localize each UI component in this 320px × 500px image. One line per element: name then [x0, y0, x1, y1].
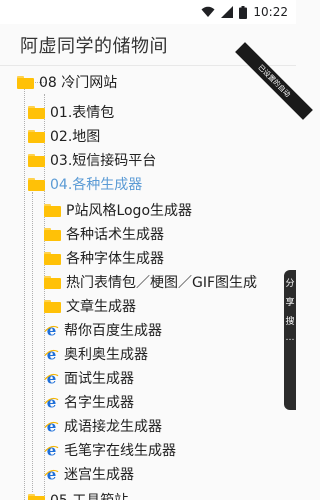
side-panel-glyph: 享: [285, 298, 295, 308]
svg-text:e: e: [47, 371, 57, 386]
tree-node-folder[interactable]: 02.地图: [28, 124, 100, 148]
folder-icon: [17, 75, 34, 89]
tree-node-root[interactable]: 08 冷门网站: [17, 70, 117, 94]
tree-guide-line: [24, 80, 25, 500]
ie-icon: e: [44, 347, 59, 362]
folder-icon: [44, 275, 61, 289]
folder-icon: [28, 177, 45, 191]
tree-node-link[interactable]: e 面试生成器: [44, 366, 134, 390]
bookmark-tree: 08 冷门网站 01.表情包 02.地图 03.短信接码平台 04.各种生成器 …: [0, 66, 296, 500]
tree-node-folder[interactable]: P站风格Logo生成器: [44, 198, 192, 222]
ie-icon: e: [44, 467, 59, 482]
ie-icon: e: [44, 419, 59, 434]
signal-icon: [221, 6, 234, 18]
svg-text:e: e: [47, 419, 57, 434]
wifi-icon: [201, 6, 215, 17]
tree-node-link[interactable]: e 成语接龙生成器: [44, 414, 162, 438]
tree-node-folder[interactable]: 各种字体生成器: [44, 246, 164, 270]
tree-node-folder[interactable]: 03.短信接码平台: [28, 148, 156, 172]
folder-icon: [28, 493, 45, 500]
tree-node-folder[interactable]: 热门表情包／梗图／GIF图生成: [44, 270, 257, 294]
side-panel-glyph: …: [285, 333, 295, 343]
tree-node-folder[interactable]: 各种话术生成器: [44, 222, 164, 246]
tree-node-link[interactable]: e 迷宫生成器: [44, 462, 134, 486]
ie-icon: e: [44, 371, 59, 386]
tree-node-folder[interactable]: 05.工具箱站: [28, 488, 128, 500]
svg-text:e: e: [47, 443, 57, 458]
tree-node-link[interactable]: e 毛笔字在线生成器: [44, 438, 176, 462]
floating-side-panel[interactable]: 分 享 搜 …: [284, 270, 296, 410]
tree-node-folder-selected[interactable]: 04.各种生成器: [28, 172, 142, 196]
ie-icon: e: [44, 395, 59, 410]
tree-node-link[interactable]: e 名字生成器: [44, 390, 134, 414]
tree-node-link[interactable]: e 奥利奥生成器: [44, 342, 148, 366]
tree-node-folder[interactable]: 文章生成器: [44, 294, 136, 318]
ie-icon: e: [44, 323, 59, 338]
folder-icon: [44, 203, 61, 217]
folder-icon: [44, 299, 61, 313]
tree-guide-line: [32, 192, 33, 492]
side-panel-glyph: 搜: [285, 317, 295, 327]
side-panel-glyph: 分: [285, 279, 295, 289]
tree-node-link[interactable]: e 帮你百度生成器: [44, 318, 162, 342]
page-title: 阿虚同学的储物间: [20, 35, 168, 57]
folder-icon: [28, 105, 45, 119]
clock: 10:22: [253, 5, 288, 19]
svg-text:e: e: [47, 467, 57, 482]
svg-text:e: e: [47, 347, 57, 362]
folder-icon: [44, 251, 61, 265]
battery-icon: [239, 5, 248, 19]
folder-icon: [28, 129, 45, 143]
svg-text:e: e: [47, 395, 57, 410]
folder-icon: [28, 153, 45, 167]
tree-node-folder[interactable]: 01.表情包: [28, 100, 114, 124]
folder-icon: [44, 227, 61, 241]
svg-text:e: e: [47, 323, 57, 338]
ie-icon: e: [44, 443, 59, 458]
status-bar: 10:22: [0, 0, 296, 24]
